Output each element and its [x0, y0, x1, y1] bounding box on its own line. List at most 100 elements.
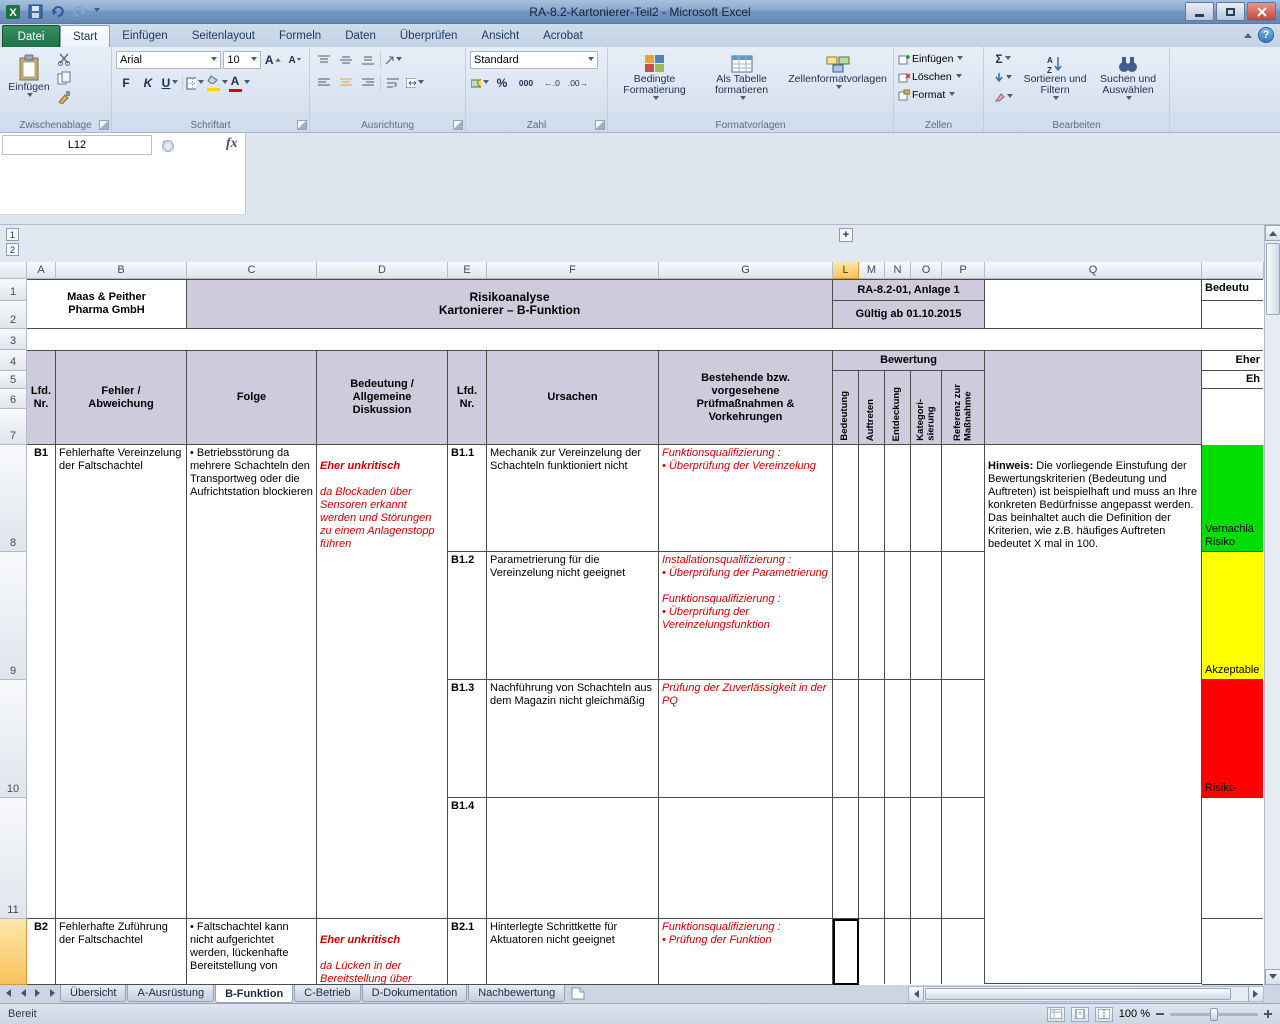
last-sheet-button[interactable]	[45, 985, 60, 1001]
delete-cells-button[interactable]: Löschen	[898, 68, 979, 86]
number-format-select[interactable]: Standard	[470, 51, 598, 69]
align-bottom-button[interactable]	[358, 51, 378, 69]
tab-acrobat[interactable]: Acrobat	[531, 25, 595, 47]
cell-e10-id[interactable]: B1.3	[448, 680, 487, 798]
wrap-text-button[interactable]	[383, 74, 403, 92]
header-krit-entdeckung[interactable]: Entdeckung	[885, 371, 911, 445]
formula-input[interactable]	[246, 133, 1264, 215]
sheet-tab-a-ausruestung[interactable]: A-Ausrüstung	[127, 985, 214, 1002]
align-middle-button[interactable]	[336, 51, 356, 69]
cell-d12-bewertung[interactable]: Eher unkritisch da Lücken in der Bereits…	[317, 919, 448, 985]
cell-a12-b2[interactable]: B2	[27, 919, 56, 985]
merge-center-button[interactable]	[405, 74, 425, 92]
cell-legend-eher[interactable]: Eher	[1202, 350, 1263, 371]
tab-einfuegen[interactable]: Einfügen	[110, 25, 179, 47]
next-sheet-button[interactable]	[30, 985, 45, 1001]
cell-f11-ursache[interactable]	[487, 798, 659, 919]
alignment-dialog-launcher-icon[interactable]	[453, 120, 463, 130]
cell-b12-fehler[interactable]: Fehlerhafte Zuführung der Faltschachtel	[56, 919, 187, 985]
column-header-e[interactable]: E	[448, 262, 487, 279]
sheet-tab-b-funktion-active[interactable]: B-Funktion	[215, 985, 293, 1003]
cell-g12-massnahme[interactable]: Funktionsqualifizierung : • Prüfung der …	[659, 919, 833, 985]
page-break-view-button[interactable]	[1095, 1007, 1113, 1022]
row-header-2[interactable]: 2	[0, 301, 27, 329]
sheet-tab-d-dokumentation[interactable]: D-Dokumentation	[362, 985, 468, 1002]
first-sheet-button[interactable]	[0, 985, 15, 1001]
cell-b8-fehler[interactable]: Fehlerhafte Vereinzelung der Faltschacht…	[56, 445, 187, 919]
column-header-p[interactable]: P	[942, 262, 985, 279]
save-icon[interactable]	[26, 3, 44, 21]
cell-legend-yellow[interactable]: Akzeptable	[1202, 552, 1263, 680]
header-bewertung[interactable]: Bewertung	[833, 350, 985, 371]
tab-start[interactable]: Start	[60, 25, 110, 47]
cell-legend-r2[interactable]	[1202, 301, 1263, 329]
formula-options-icon[interactable]	[162, 140, 174, 152]
cell-e8-id[interactable]: B1.1	[448, 445, 487, 552]
cell-a8-b1[interactable]: B1	[27, 445, 56, 919]
shrink-font-button[interactable]: A	[285, 51, 305, 69]
zoom-out-button[interactable]	[1156, 1013, 1164, 1015]
undo-icon[interactable]	[48, 3, 66, 21]
redo-icon[interactable]	[70, 3, 88, 21]
conditional-formatting-button[interactable]: Bedingte Formatierung	[612, 50, 697, 116]
row-header-9[interactable]: 9	[0, 552, 27, 680]
column-header-l-selected[interactable]: L	[833, 262, 859, 279]
row-header-3[interactable]: 3	[0, 329, 27, 350]
copy-button[interactable]	[54, 69, 74, 87]
zoom-slider[interactable]	[1170, 1013, 1258, 1016]
cell-legend-header[interactable]: Bedeutu	[1202, 279, 1263, 301]
cell-doc-ref[interactable]: RA-8.2-01, Anlage 1	[833, 279, 985, 301]
sheet-tab-uebersicht[interactable]: Übersicht	[60, 985, 126, 1002]
cell-company[interactable]: Maas & Peither Pharma GmbH	[27, 279, 187, 329]
tab-ansicht[interactable]: Ansicht	[469, 25, 531, 47]
clear-button[interactable]	[988, 88, 1018, 106]
header-lfd-nr-2[interactable]: Lfd. Nr.	[448, 350, 487, 445]
header-krit-referenz[interactable]: Referenz zur Maßnahme	[942, 371, 985, 445]
cell-c8-folge[interactable]: • Betriebsstörung da mehrere Schachteln …	[187, 445, 317, 919]
maximize-button[interactable]	[1216, 2, 1245, 21]
prev-sheet-button[interactable]	[15, 985, 30, 1001]
cell-legend-green[interactable]: Vernachlä Risiko	[1202, 445, 1263, 552]
insert-cells-button[interactable]: Einfügen	[898, 50, 979, 68]
row-header-8[interactable]: 8	[0, 445, 27, 552]
minimize-ribbon-icon[interactable]	[1244, 29, 1252, 38]
format-cells-button[interactable]: Format	[898, 86, 979, 104]
font-size-select[interactable]: 10	[223, 51, 261, 69]
clipboard-dialog-launcher-icon[interactable]	[99, 120, 109, 130]
increase-decimal-button[interactable]: ←.0	[540, 74, 564, 92]
cell-e9-id[interactable]: B1.2	[448, 552, 487, 680]
header-pruefmassnahmen[interactable]: Bestehende bzw. vorgesehene Prüfmaßnahme…	[659, 350, 833, 445]
header-bedeutung[interactable]: Bedeutung / Allgemeine Diskussion	[317, 350, 448, 445]
zoom-level[interactable]: 100 %	[1119, 1008, 1150, 1020]
tab-daten[interactable]: Daten	[333, 25, 388, 47]
sort-filter-button[interactable]: AZ Sortieren und Filtern	[1019, 50, 1091, 106]
row-header-10[interactable]: 10	[0, 680, 27, 798]
cell-legend-r12[interactable]	[1202, 919, 1263, 985]
cell-q1[interactable]	[985, 279, 1202, 329]
cut-button[interactable]	[54, 50, 74, 68]
sheet-tab-c-betrieb[interactable]: C-Betrieb	[294, 985, 360, 1002]
autosum-button[interactable]: Σ	[988, 50, 1018, 68]
cell-legend-eh[interactable]: Eh	[1202, 371, 1263, 389]
column-header-f[interactable]: F	[487, 262, 659, 279]
cell-doc-title[interactable]: Risikoanalyse Kartonierer – B-Funktion	[187, 279, 833, 329]
column-header-b[interactable]: B	[56, 262, 187, 279]
cell-g11-massnahme[interactable]	[659, 798, 833, 919]
cell-styles-button[interactable]: Zellenformatvorlagen	[786, 50, 889, 116]
cell-e12-id[interactable]: B2.1	[448, 919, 487, 985]
minimize-button[interactable]	[1185, 2, 1214, 21]
cell-c12-folge[interactable]: • Faltschachtel kann nicht aufgerichtet …	[187, 919, 317, 985]
decrease-decimal-button[interactable]: .00→	[566, 74, 590, 92]
vertical-scrollbar[interactable]	[1264, 225, 1280, 985]
qat-customize-icon[interactable]	[94, 8, 100, 15]
tab-formeln[interactable]: Formeln	[267, 25, 333, 47]
column-header-o[interactable]: O	[911, 262, 942, 279]
horizontal-scrollbar[interactable]	[908, 986, 1264, 1002]
insert-worksheet-button[interactable]	[566, 985, 590, 1001]
header-q-empty[interactable]	[985, 350, 1202, 445]
horizontal-scroll-thumb[interactable]	[925, 988, 1231, 1000]
row-header-1[interactable]: 1	[0, 279, 27, 301]
close-button[interactable]	[1247, 2, 1276, 21]
cell-g8-massnahme[interactable]: Funktionsqualifizierung : • Überprüfung …	[659, 445, 833, 552]
column-header-a[interactable]: A	[27, 262, 56, 279]
